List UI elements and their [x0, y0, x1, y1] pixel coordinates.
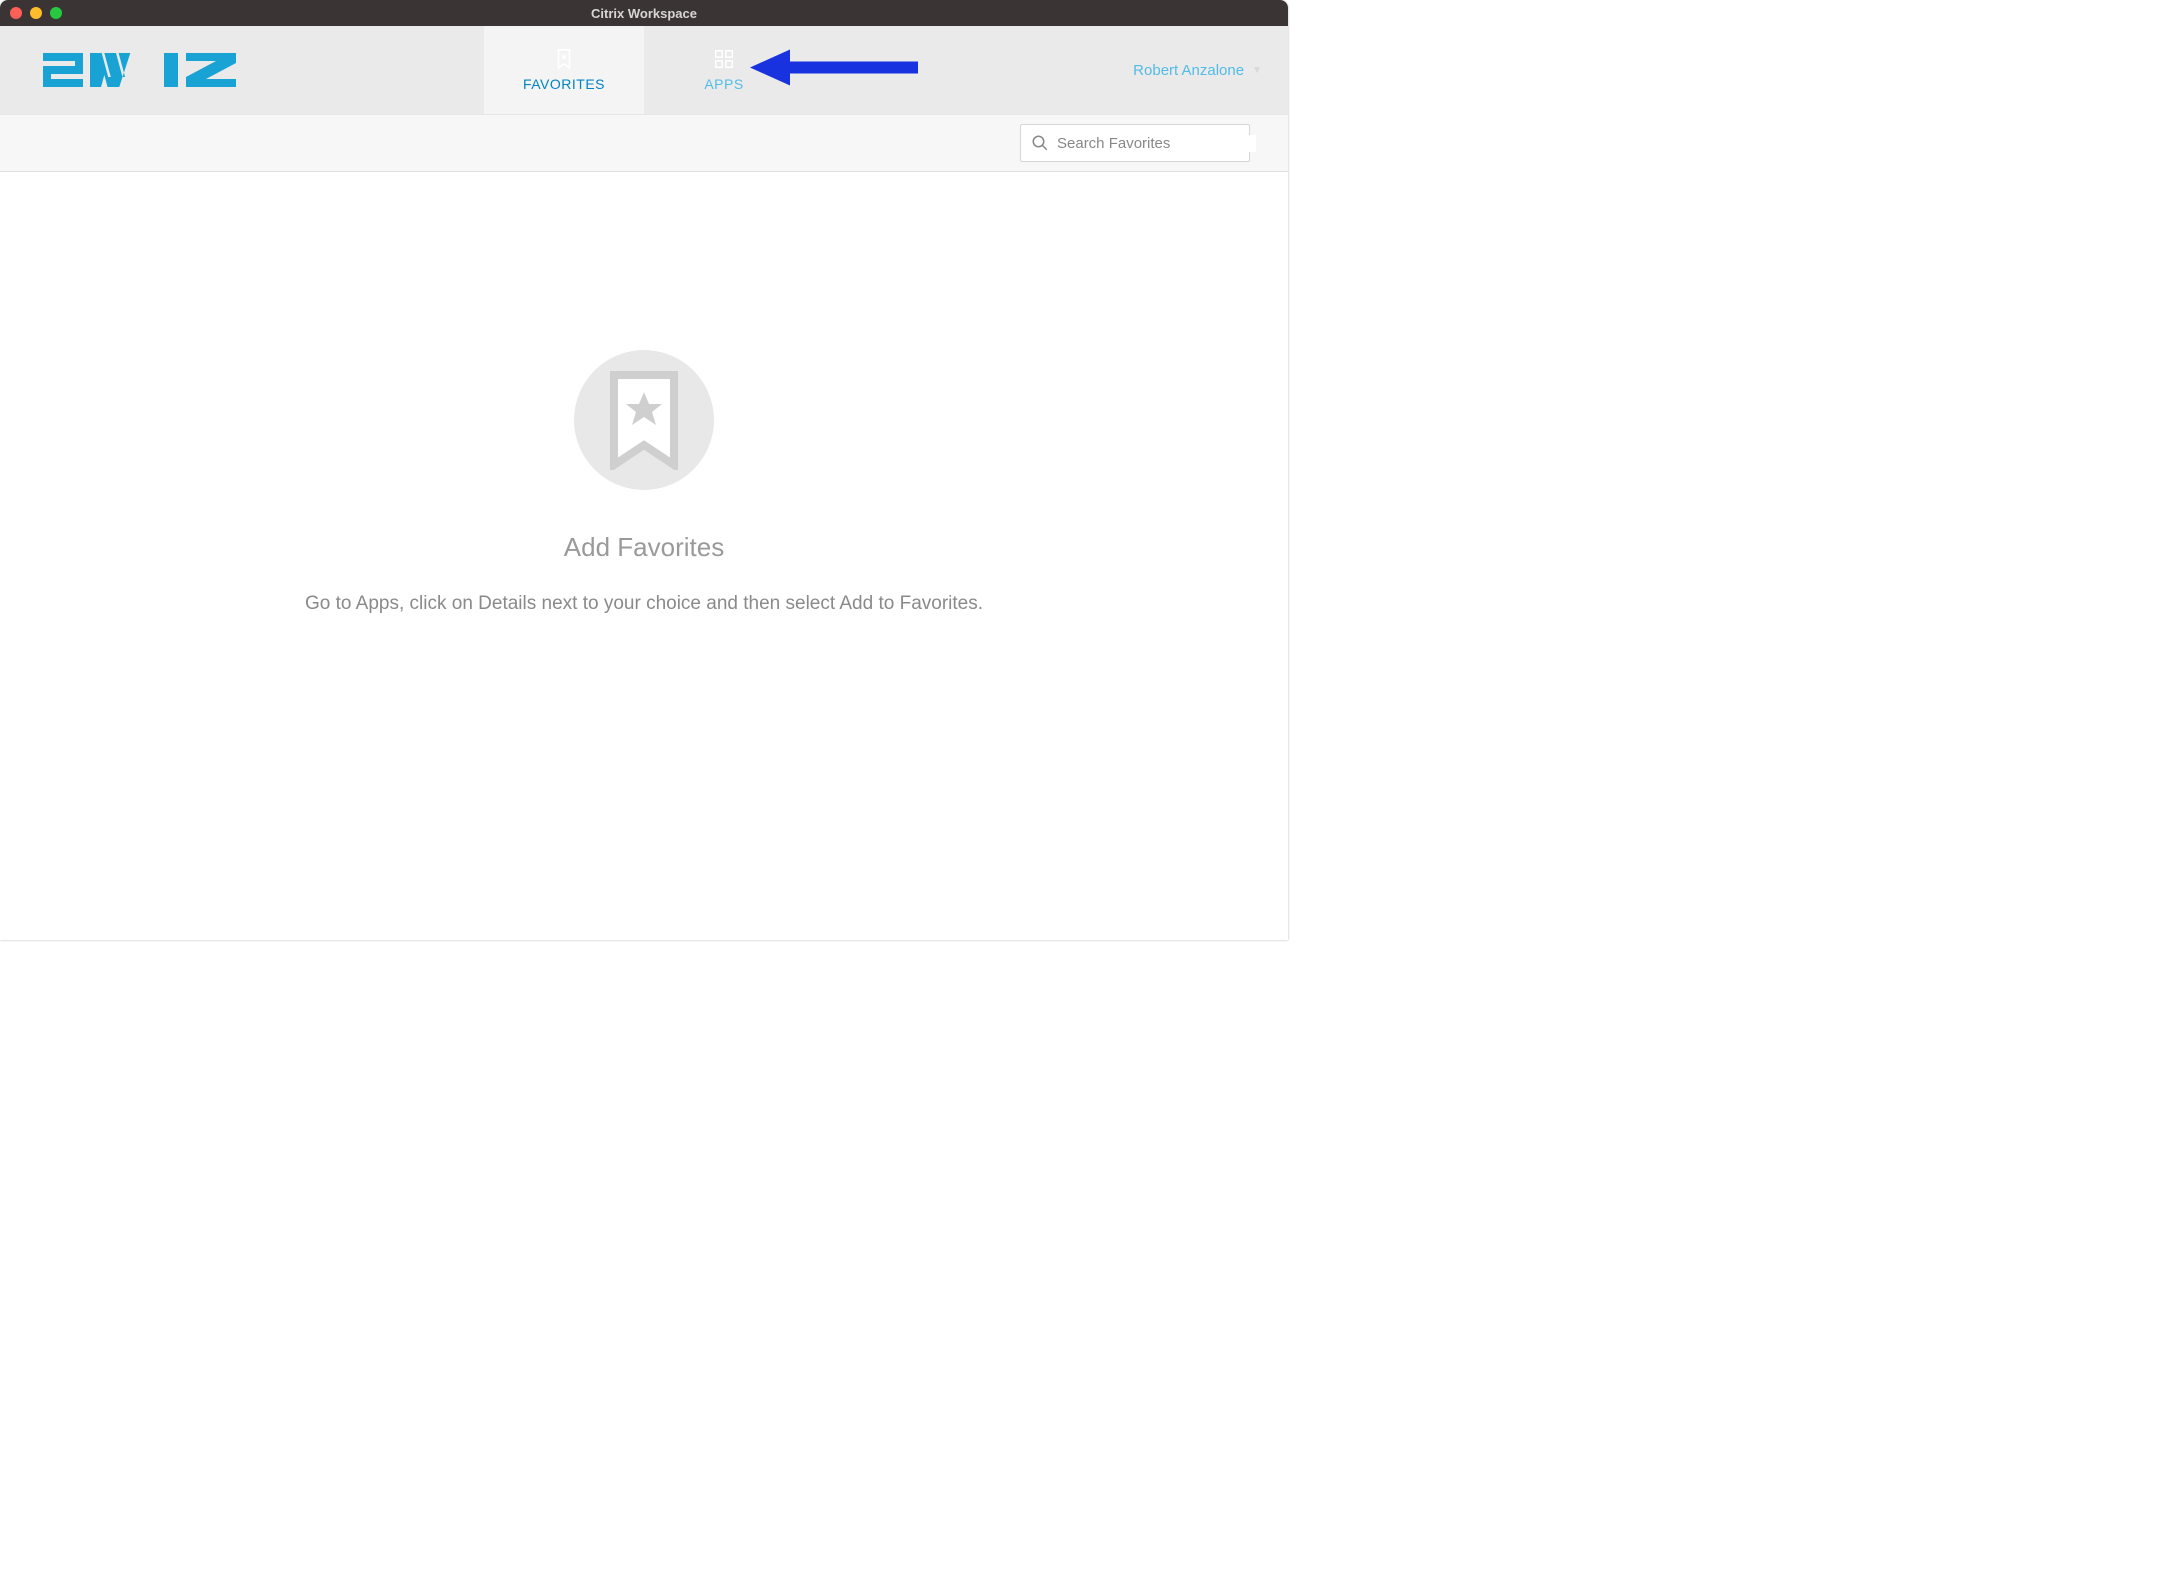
user-name-label: Robert Anzalone [1133, 62, 1244, 79]
search-icon [1031, 134, 1049, 152]
maximize-window-button[interactable] [50, 7, 62, 19]
empty-state-title: Add Favorites [564, 532, 724, 563]
search-input[interactable] [1057, 135, 1256, 152]
search-toolbar [0, 114, 1288, 172]
search-box[interactable] [1020, 124, 1250, 162]
tab-favorites-label: FAVORITES [523, 76, 605, 92]
window-controls [10, 7, 62, 19]
header-bar: FAVORITES APPS Robert Anzalone ▼ [0, 26, 1288, 114]
minimize-window-button[interactable] [30, 7, 42, 19]
window-title: Citrix Workspace [591, 6, 697, 21]
empty-state-icon [574, 350, 714, 490]
apps-grid-icon [713, 48, 735, 70]
arrow-left-icon [750, 48, 920, 88]
bookmark-star-large-icon [609, 370, 679, 470]
annotation-arrow [750, 48, 920, 93]
empty-state-subtitle: Go to Apps, click on Details next to you… [305, 593, 983, 615]
app-window: Citrix Workspace FAVORITES [0, 0, 1288, 940]
tab-favorites[interactable]: FAVORITES [484, 26, 644, 114]
user-menu[interactable]: Robert Anzalone ▼ [1133, 62, 1262, 79]
brand-logo [38, 45, 238, 95]
bookmark-star-icon [553, 48, 575, 70]
window-titlebar: Citrix Workspace [0, 0, 1288, 26]
main-content: Add Favorites Go to Apps, click on Detai… [0, 172, 1288, 940]
swiz-logo-icon [38, 45, 238, 95]
tab-apps-label: APPS [704, 76, 743, 92]
chevron-down-icon: ▼ [1252, 65, 1262, 76]
close-window-button[interactable] [10, 7, 22, 19]
